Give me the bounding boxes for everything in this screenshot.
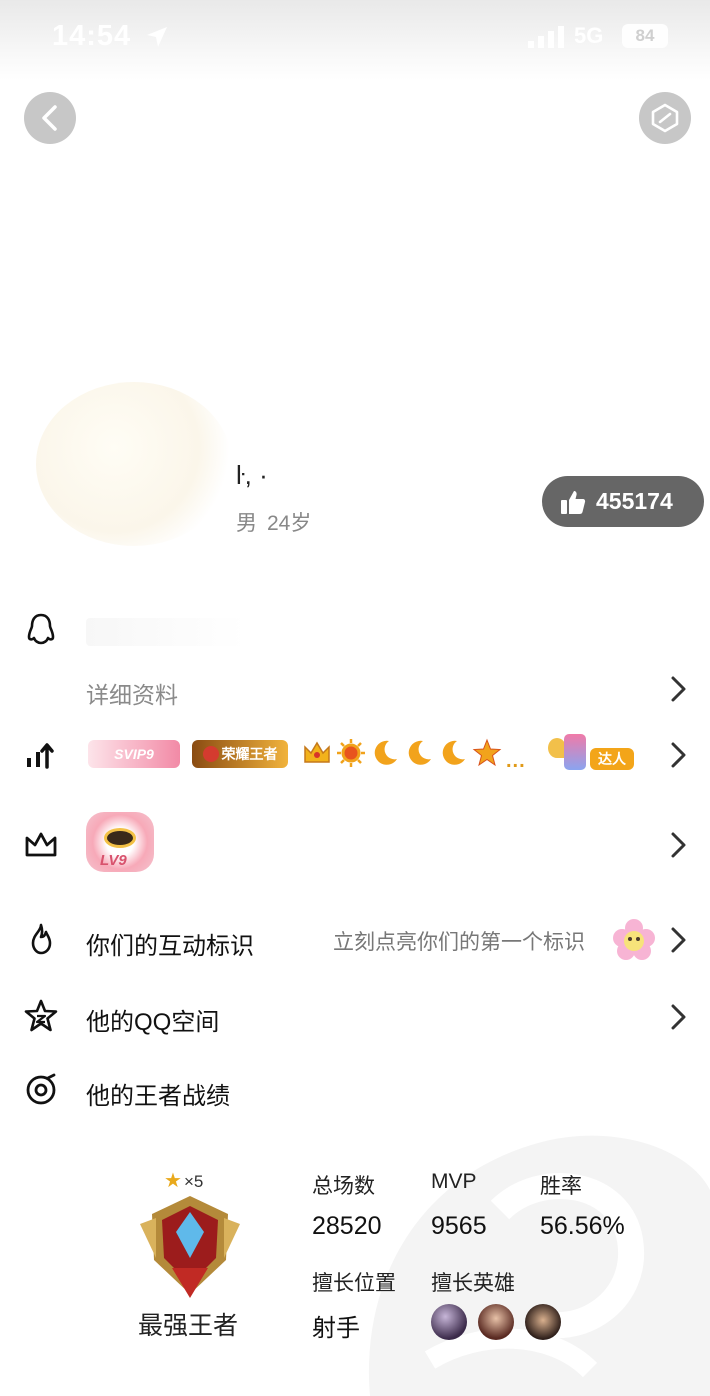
game-target-icon [26, 1073, 56, 1105]
glory-king-label: 荣耀王者 [221, 746, 278, 762]
settings-shield-button[interactable] [639, 92, 691, 144]
mvp-label: MVP [431, 1170, 477, 1193]
interaction-hint: 立刻点亮你们的第一个标识 [333, 931, 585, 954]
signal-icon [528, 26, 564, 48]
rank-name: 最强王者 [138, 1312, 239, 1340]
shield-icon [651, 103, 679, 133]
location-arrow-icon [147, 27, 167, 47]
chevron-right-icon[interactable] [668, 830, 690, 860]
gender-age: 男 24岁 [236, 507, 321, 537]
game-record-label[interactable]: 他的王者战绩 [86, 1076, 230, 1111]
hero-avatar[interactable] [525, 1304, 561, 1340]
winrate-value: 56.56% [540, 1212, 625, 1240]
detail-info-link[interactable]: 详细资料 [86, 676, 178, 710]
crown-level-icon [304, 741, 330, 763]
position-label: 擅长位置 [312, 1272, 396, 1295]
total-games-value: 28520 [312, 1212, 382, 1240]
gender: 男 [236, 512, 257, 535]
level-ring-icon [104, 828, 136, 848]
expert-label: 达人 [590, 748, 634, 770]
phone-card-icon [564, 734, 586, 770]
level-up-icon [27, 743, 54, 769]
chevron-right-icon[interactable] [668, 1002, 690, 1032]
total-games-label: 总场数 [312, 1175, 375, 1198]
status-bar: 14:54 5G 84 [0, 0, 710, 80]
sun-level-icon [337, 739, 365, 767]
penguin-icon [27, 613, 55, 645]
flame-icon [31, 923, 52, 955]
game-logo-watermark [368, 1135, 710, 1396]
chevron-right-icon[interactable] [668, 925, 690, 955]
thumbs-up-icon [561, 490, 586, 514]
like-button[interactable]: 455174 [542, 476, 704, 527]
battery-level: 84 [635, 26, 655, 45]
mvp-value: 9565 [431, 1212, 487, 1240]
chevron-right-icon[interactable] [668, 674, 690, 704]
gem-icon [202, 746, 219, 762]
moon-level-icon [408, 740, 431, 765]
battery-icon: 84 [622, 24, 668, 48]
back-button[interactable] [24, 92, 76, 144]
expert-badge[interactable]: 达人 [548, 734, 634, 774]
crown-icon [25, 832, 57, 857]
like-count: 455174 [596, 488, 673, 514]
network-type: 5G [574, 23, 604, 48]
hero-avatar[interactable] [431, 1304, 467, 1340]
back-arrow-icon [42, 105, 57, 131]
hero-avatar[interactable] [478, 1304, 514, 1340]
winrate-label: 胜率 [540, 1175, 582, 1198]
nickname: ŀ, · [236, 460, 268, 490]
moon-level-icon [442, 740, 465, 765]
position-value: 射手 [312, 1315, 360, 1342]
svip-badge[interactable]: SVIP9 [88, 740, 180, 768]
rank-emblem-icon [140, 1196, 240, 1298]
status-time: 14:54 [52, 20, 132, 52]
chevron-right-icon[interactable] [668, 740, 690, 770]
avatar[interactable] [36, 382, 232, 546]
heroes-label: 擅长英雄 [431, 1272, 515, 1295]
vip-level-text: LV9 [100, 852, 127, 869]
qq-number-redacted [86, 618, 246, 646]
vip-level-badge[interactable]: LV9 [86, 812, 154, 872]
star-icon [24, 999, 58, 1032]
qzone-link[interactable]: 他的QQ空间 [86, 1002, 219, 1037]
flower-mascot-icon [613, 919, 655, 960]
star-level-icon [472, 738, 502, 767]
moon-level-icon [374, 740, 397, 765]
more-levels-ellipsis: ... [506, 750, 526, 772]
glory-king-badge[interactable]: 荣耀王者 [192, 740, 288, 768]
age: 24岁 [267, 512, 312, 535]
interaction-marks-label[interactable]: 你们的互动标识 [86, 926, 254, 961]
